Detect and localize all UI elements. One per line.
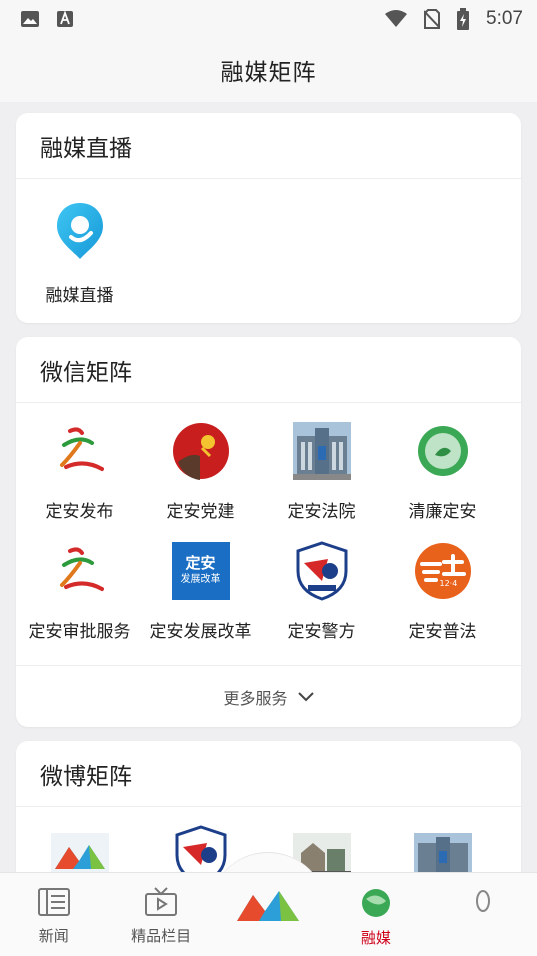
wechat-grid: 定安发布 定安党建 定安法院 清廉定安 定安审批服务 定安 发展改革 定安发展改… — [16, 403, 521, 643]
police-shield-icon — [292, 541, 352, 601]
wechat-item-label: 定安法院 — [287, 502, 356, 522]
ring-icon — [476, 890, 491, 912]
tv-play-icon — [145, 887, 178, 916]
status-left — [20, 10, 74, 28]
tab-media-matrix[interactable]: 融媒 — [322, 873, 429, 956]
text-a-icon — [57, 10, 73, 27]
tab-news-label: 新闻 — [38, 927, 69, 945]
wechat-card: 微信矩阵 定安发布 定安党建 定安法院 清廉定安 定安审批服务 定安 发展改革 … — [16, 337, 521, 727]
wechat-item-dingan-pufa[interactable]: 12·4 定安普法 — [382, 523, 503, 643]
leaf-globe-icon — [361, 889, 390, 917]
mountain-logo-icon — [237, 891, 300, 921]
tab-news[interactable]: 新闻 — [0, 873, 107, 956]
weibo-section-title: 微博矩阵 — [16, 741, 521, 807]
bottom-nav: 新闻 精品栏目 融媒 — [0, 872, 537, 956]
law-logo-number: 12·4 — [439, 579, 458, 588]
wechat-item-dingan-jingfang[interactable]: 定安警方 — [261, 523, 382, 643]
live-card: 融媒直播 融媒直播 — [16, 113, 521, 323]
dingan-logo-icon — [50, 541, 110, 601]
status-right: 5:07 — [384, 8, 523, 30]
live-grid: 融媒直播 — [16, 179, 521, 319]
tab-profile[interactable] — [430, 873, 537, 956]
logo-text-top: 定安 — [185, 554, 216, 572]
more-services-button[interactable]: 更多服务 — [16, 665, 521, 727]
wechat-item-label: 定安普法 — [408, 622, 477, 642]
wechat-item-dingan-fayuan[interactable]: 定安法院 — [261, 403, 382, 523]
tab-featured-columns[interactable]: 精品栏目 — [107, 873, 214, 956]
wechat-item-dingan-dangjian[interactable]: 定安党建 — [140, 403, 261, 523]
battery-charging-icon — [457, 8, 470, 30]
wechat-item-dingan-fazhan[interactable]: 定安 发展改革 定安发展改革 — [140, 523, 261, 643]
wechat-item-label: 定安发布 — [45, 502, 114, 522]
status-time: 5:07 — [486, 8, 523, 29]
app-header: 融媒矩阵 — [0, 38, 537, 102]
wechat-item-qinglian-dingan[interactable]: 清廉定安 — [382, 403, 503, 523]
image-icon — [21, 11, 39, 27]
court-building-icon — [292, 421, 352, 481]
law-logo-icon: 12·4 — [413, 541, 473, 601]
tab-home-logo[interactable] — [215, 873, 322, 956]
party-emblem-icon — [171, 421, 231, 481]
no-sim-icon — [424, 9, 441, 29]
dingan-logo-icon — [50, 421, 110, 481]
newspaper-icon — [37, 888, 70, 916]
page-title: 融媒矩阵 — [220, 60, 317, 86]
live-section-title: 融媒直播 — [16, 113, 521, 179]
logo-text-bottom: 发展改革 — [180, 574, 221, 585]
wechat-item-dingan-fabu[interactable]: 定安发布 — [19, 403, 140, 523]
location-pin-icon — [50, 201, 110, 261]
development-reform-logo-icon: 定安 发展改革 — [171, 541, 231, 601]
wechat-section-title: 微信矩阵 — [16, 337, 521, 403]
tab-featured-columns-label: 精品栏目 — [131, 927, 192, 945]
wechat-item-label: 定安审批服务 — [28, 622, 131, 642]
wechat-item-dingan-shenpi[interactable]: 定安审批服务 — [19, 523, 140, 643]
wechat-item-label: 定安警方 — [287, 622, 356, 642]
live-item-label: 融媒直播 — [45, 286, 114, 306]
more-services-label: 更多服务 — [223, 688, 288, 708]
status-bar: 5:07 — [0, 0, 537, 38]
qinglian-logo-icon — [413, 421, 473, 481]
wechat-item-label: 清廉定安 — [408, 502, 477, 522]
live-item[interactable]: 融媒直播 — [19, 179, 140, 319]
wechat-item-label: 定安发展改革 — [149, 622, 252, 642]
tab-media-matrix-label: 融媒 — [360, 929, 391, 947]
chevron-down-icon — [297, 691, 314, 701]
wifi-icon — [385, 10, 408, 27]
wechat-item-label: 定安党建 — [166, 502, 235, 522]
